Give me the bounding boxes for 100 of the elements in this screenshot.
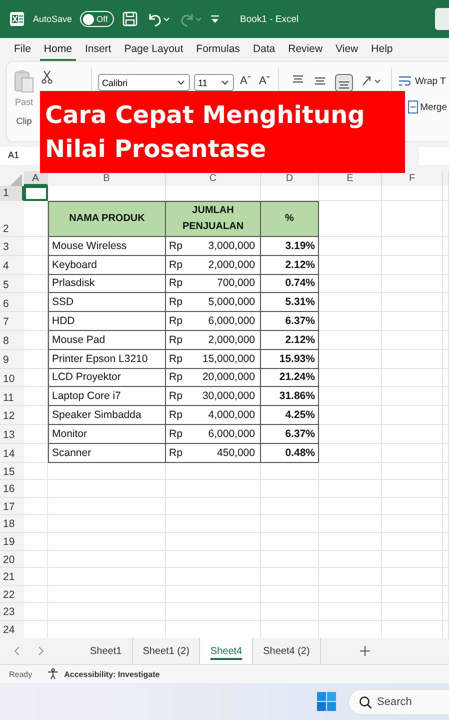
row-number[interactable]: 15 — [0, 462, 24, 480]
amount-value: 4,000,000 — [208, 409, 255, 422]
amount-value: 6,000,000 — [208, 428, 255, 440]
row-number[interactable]: 4 — [0, 256, 24, 275]
sheet-tab[interactable]: Sheet4 — [200, 638, 254, 664]
menu-tab[interactable]: Formulas — [192, 40, 244, 60]
autosave-toggle[interactable]: Off — [80, 11, 114, 27]
amount-value: 450,000 — [217, 446, 255, 459]
currency-symbol: Rp — [169, 296, 182, 308]
column-header[interactable]: A — [24, 171, 48, 186]
row-number[interactable]: 14 — [0, 444, 24, 463]
row-number[interactable]: 23 — [0, 603, 24, 621]
row-number[interactable]: 11 — [0, 387, 24, 406]
grow-font-button[interactable]: Aˆ — [238, 74, 253, 88]
table-cell: LCD Proyektor — [48, 368, 166, 388]
row-number[interactable]: 16 — [0, 480, 24, 498]
table-cell: HDD — [48, 312, 166, 331]
table-cell: Printer Epson L3210 — [48, 350, 166, 369]
table-cell: Scanner — [48, 444, 166, 463]
table-cell: 4.25% — [261, 406, 319, 425]
table-cell: Mouse Pad — [48, 330, 166, 350]
currency-symbol: Rp — [169, 315, 182, 328]
accessibility-status[interactable]: Accessibility: Investigate — [64, 670, 160, 678]
currency-symbol: Rp — [169, 428, 182, 440]
table-cell: Laptop Core i7 — [48, 387, 166, 406]
row-number[interactable]: 2 — [0, 201, 24, 237]
menu-tab[interactable]: Data — [248, 40, 280, 60]
header-cell: % — [261, 201, 319, 237]
column-header[interactable]: E — [319, 171, 382, 186]
row-number[interactable]: 22 — [0, 586, 24, 604]
autosave-label: AutoSave — [33, 14, 72, 24]
banner-heading: Cara Cepat Menghitung — [45, 100, 365, 130]
currency-symbol: Rp — [169, 390, 182, 402]
menu-tab[interactable]: Review — [284, 40, 327, 60]
row-number[interactable]: 10 — [0, 368, 24, 388]
row-number[interactable]: 1 — [0, 186, 24, 201]
table-cell: SSD — [48, 293, 166, 312]
row-number[interactable]: 20 — [0, 550, 24, 568]
table-cell: 0.48% — [261, 444, 319, 463]
currency-symbol: Rp — [169, 371, 182, 384]
menu-tab[interactable]: Insert — [80, 40, 116, 60]
table-cell: Monitor — [48, 424, 166, 444]
table-cell: 3.19% — [261, 237, 319, 256]
row-number[interactable]: 5 — [0, 274, 24, 294]
currency-symbol: Rp — [169, 352, 182, 365]
table-cell: 15.93% — [261, 350, 319, 369]
table-cell: 5.31% — [261, 293, 319, 312]
amount-value: 3,000,000 — [208, 240, 255, 252]
header-cell: NAMA PRODUK — [48, 201, 166, 237]
search-field[interactable]: Search — [348, 688, 449, 714]
row-number[interactable]: 6 — [0, 293, 24, 312]
table-cell: 31.86% — [261, 387, 319, 406]
row-number[interactable]: 13 — [0, 424, 24, 444]
table-cell: Prlasdisk — [48, 274, 166, 294]
currency-symbol: Rp — [169, 258, 182, 271]
amount-value: 30,000,000 — [202, 390, 255, 402]
status-text: Ready — [9, 670, 32, 678]
amount-value: 20,000,000 — [202, 371, 255, 384]
row-number[interactable]: 9 — [0, 350, 24, 369]
window-title: Book1 - Excel — [240, 14, 299, 24]
table-cell: Keyboard — [48, 256, 166, 275]
row-number[interactable]: 19 — [0, 532, 24, 551]
menu-tab[interactable]: View — [332, 40, 362, 60]
font-size-dropdown[interactable]: 11 — [194, 74, 234, 91]
table-cell: 21.24% — [261, 368, 319, 388]
column-header[interactable]: F — [382, 171, 443, 186]
wrap-text-label[interactable]: Wrap T — [415, 76, 446, 86]
row-number[interactable]: 12 — [0, 406, 24, 425]
table-cell: 2.12% — [261, 330, 319, 350]
row-number[interactable]: 18 — [0, 515, 24, 533]
row-number[interactable]: 8 — [0, 330, 24, 350]
currency-symbol: Rp — [169, 409, 182, 422]
row-number[interactable]: 17 — [0, 498, 24, 516]
row-number[interactable]: 21 — [0, 568, 24, 586]
amount-value: 5,000,000 — [208, 296, 255, 308]
menu-tab[interactable]: Page Layout — [120, 40, 188, 60]
currency-symbol: Rp — [169, 277, 182, 290]
table-cell: 0.74% — [261, 274, 319, 294]
column-header[interactable]: C — [166, 171, 261, 186]
shrink-font-button[interactable]: Aˇ — [257, 74, 272, 88]
header-cell: JUMLAH PENJUALAN — [166, 201, 261, 237]
menu-tab[interactable]: File — [10, 40, 35, 60]
column-header[interactable]: D — [261, 171, 319, 186]
table-cell: 2.12% — [261, 256, 319, 275]
row-number[interactable]: 24 — [0, 620, 24, 638]
font-name-dropdown[interactable]: Calibri — [98, 74, 190, 91]
amount-value: 700,000 — [217, 277, 255, 290]
amount-value: 6,000,000 — [208, 315, 255, 328]
menu-tab[interactable]: Help — [367, 40, 397, 60]
row-number[interactable]: 3 — [0, 237, 24, 256]
currency-symbol: Rp — [169, 240, 182, 252]
column-header[interactable]: B — [48, 171, 166, 186]
merge-label[interactable]: Merge — [420, 102, 447, 112]
row-number[interactable]: 7 — [0, 312, 24, 331]
amount-value: 2,000,000 — [208, 334, 255, 346]
table-cell: Mouse Wireless — [48, 237, 166, 256]
table-cell: 6.37% — [261, 312, 319, 331]
clipboard-label: Clip — [16, 116, 32, 126]
currency-symbol: Rp — [169, 334, 182, 346]
table-cell: 6.37% — [261, 424, 319, 444]
